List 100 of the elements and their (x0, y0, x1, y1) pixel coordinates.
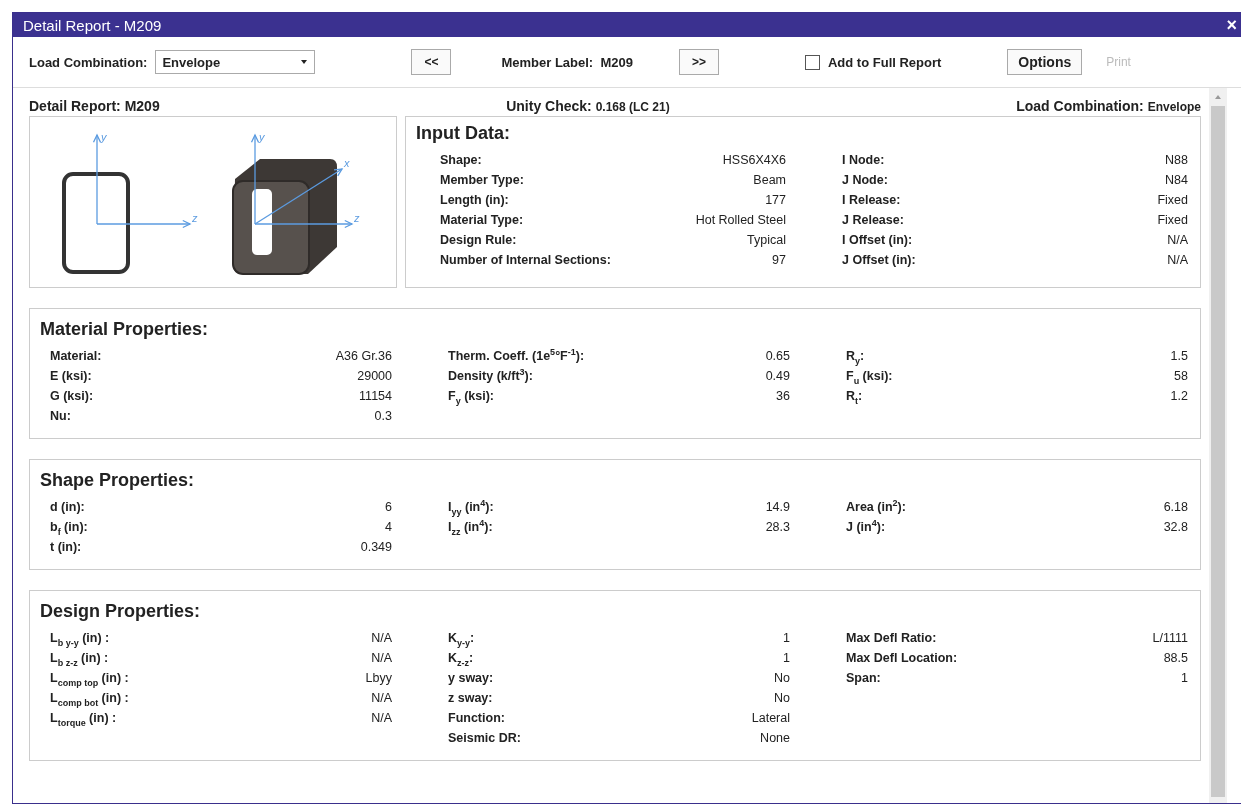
property-value: N/A (371, 710, 392, 727)
property-value: A36 Gr.36 (335, 348, 392, 365)
axis-label: y (101, 131, 107, 143)
property-value: 97 (772, 252, 786, 269)
previous-button[interactable]: << (411, 49, 452, 75)
property-value: 14.9 (765, 499, 790, 516)
property-value: No (774, 670, 790, 687)
property-label: Material: (50, 348, 102, 365)
axis-label: z (192, 212, 198, 224)
axis-label: y (259, 131, 265, 143)
property-label: J Offset (in): (842, 252, 916, 269)
property-label: I Offset (in): (842, 232, 913, 249)
property-label: J Node: (842, 172, 888, 189)
property-label: G (ksi): (50, 388, 94, 405)
close-button[interactable]: × (1226, 14, 1237, 36)
property-label: Max Defl Location: (846, 650, 958, 667)
property-value: 6.18 (1163, 499, 1188, 516)
section-title: Material Properties: (40, 319, 210, 340)
property-value: N88 (1165, 152, 1188, 169)
property-label: F$_{u}$ (ksi): (846, 368, 893, 386)
section-title: Shape Properties: (40, 470, 196, 491)
property-value: 11154 (359, 388, 392, 405)
property-value: 29000 (357, 368, 392, 385)
property-label: t (in): (50, 539, 82, 556)
property-value: N84 (1165, 172, 1188, 189)
property-value: 0.3 (374, 408, 392, 425)
property-value: L/1111 (1152, 630, 1188, 647)
property-value: 0.349 (360, 539, 392, 556)
property-label: K$_{y-y}$: (448, 630, 475, 648)
section-title: Design Properties: (40, 601, 202, 622)
checkbox[interactable] (805, 54, 820, 70)
options-button[interactable]: Options (1007, 49, 1083, 75)
property-value: 1 (783, 650, 790, 667)
property-value: 32.8 (1163, 519, 1188, 536)
property-value: 177 (765, 192, 786, 209)
report-title: Detail Report: M209 (29, 98, 160, 114)
property-value: 0.65 (765, 348, 790, 365)
property-value: 1 (1181, 670, 1188, 687)
checkbox-label: Add to Full Report (828, 54, 942, 70)
property-label: y sway: (448, 670, 494, 687)
property-label: I Release: (842, 192, 901, 209)
property-label: L$_{torque}$ (in) : (50, 710, 117, 728)
property-value: N/A (371, 690, 392, 707)
next-button[interactable]: >> (678, 49, 719, 75)
property-value: N/A (371, 650, 392, 667)
property-value: Hot Rolled Steel (695, 212, 786, 229)
property-label: L$_{b z-z}$ (in) : (50, 650, 109, 668)
property-label: Seismic DR: (448, 730, 521, 747)
property-label: Therm. Coeff. (1e$^{5}$°F$^{-1}$): (448, 346, 585, 365)
axis-label: x (344, 157, 350, 169)
property-label: d (in): (50, 499, 85, 516)
property-label: I$_{yy}$ (in$^{4}$): (448, 497, 494, 517)
property-value: 1.5 (1170, 348, 1188, 365)
property-value: Fixed (1157, 192, 1188, 209)
property-value: 6 (385, 499, 392, 516)
property-label: Density (k/ft$^{3}$): (448, 366, 533, 385)
scrollbar[interactable] (1209, 88, 1227, 803)
property-value: No (774, 690, 790, 707)
property-value: Fixed (1157, 212, 1188, 229)
section-title: Input Data: (416, 123, 511, 144)
property-value: Lbyy (365, 670, 392, 687)
property-label: Area (in$^{2}$): (846, 497, 906, 516)
property-value: N/A (371, 630, 392, 647)
property-label: J (in$^{4}$): (846, 517, 886, 536)
unity-check: Unity Check: 0.168 (LC 21) (506, 98, 670, 114)
property-label: E (ksi): (50, 368, 92, 385)
property-label: L$_{b y-y}$ (in) : (50, 630, 110, 648)
property-label: Shape: (440, 152, 482, 169)
property-value: 58 (1174, 368, 1188, 385)
property-value: HSS6X4X6 (722, 152, 786, 169)
property-label: Length (in): (440, 192, 509, 209)
scroll-up-icon[interactable] (1214, 94, 1222, 100)
property-label: b$_{f}$ (in): (50, 519, 88, 537)
load-combination-dropdown[interactable]: Envelope (155, 50, 316, 74)
property-label: I Node: (842, 152, 885, 169)
property-value: N/A (1167, 232, 1188, 249)
property-value: 1.2 (1170, 388, 1188, 405)
property-label: K$_{z-z}$: (448, 650, 474, 668)
property-label: I$_{zz}$ (in$^{4}$): (448, 517, 493, 537)
property-value: Lateral (751, 710, 790, 727)
property-value: 0.49 (765, 368, 790, 385)
property-label: Function: (448, 710, 505, 727)
property-value: N/A (1167, 252, 1188, 269)
property-value: 88.5 (1163, 650, 1188, 667)
property-value: 1 (783, 630, 790, 647)
property-label: Member Type: (440, 172, 524, 189)
property-value: 28.3 (765, 519, 790, 536)
property-label: z sway: (448, 690, 493, 707)
member-label-text: Member Label: M209 (501, 54, 633, 70)
property-label: R$_{y}$: (846, 348, 865, 366)
axis-label: z (354, 212, 360, 224)
scrollbar-thumb[interactable] (1211, 106, 1225, 797)
property-label: Material Type: (440, 212, 524, 229)
property-label: Design Rule: (440, 232, 517, 249)
property-label: Nu: (50, 408, 71, 425)
property-value: Typical (747, 232, 786, 249)
load-combination-info: Load Combination: Envelope (1016, 98, 1201, 114)
window-title: Detail Report - M209 (23, 16, 162, 34)
property-value: Beam (753, 172, 786, 189)
property-value: 4 (385, 519, 392, 536)
